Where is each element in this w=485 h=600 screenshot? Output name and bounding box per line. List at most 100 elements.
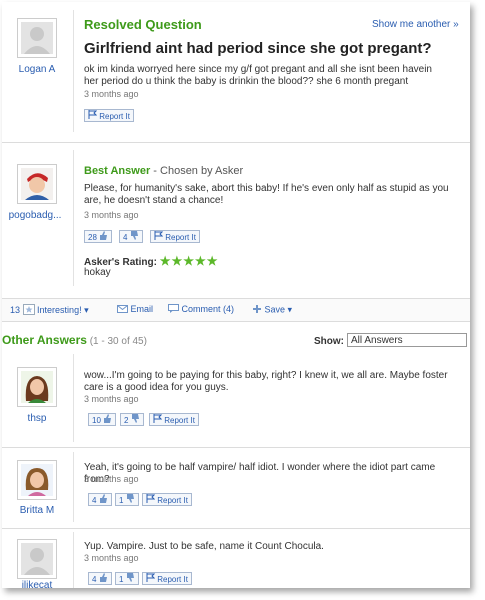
thumbs-up-count: 28 <box>88 233 97 242</box>
thumbs-down-count: 1 <box>119 575 124 584</box>
thumbs-down-count: 1 <box>119 496 124 505</box>
question-body: ok im kinda worryed here since my g/f go… <box>84 64 432 87</box>
best-answer-user[interactable]: pogobadg... <box>5 210 65 221</box>
answer-user[interactable]: ilikecat <box>7 580 67 588</box>
interesting-label: Interesting! <box>37 304 82 315</box>
answer-text: wow...I'm going to be paying for this ba… <box>84 370 448 393</box>
thumbs-up-button[interactable]: 28 <box>84 230 113 244</box>
show-filter-label: Show: <box>314 336 344 347</box>
asker-avatar[interactable] <box>17 18 57 58</box>
thumbs-up-icon <box>99 573 108 586</box>
report-best-answer-button[interactable]: Report It <box>150 230 200 243</box>
asker-rating: Asker's Rating: ★★★★★ <box>84 254 219 268</box>
divider <box>73 532 74 588</box>
asker-name[interactable]: Logan A <box>7 64 67 75</box>
comment-label: Comment (4) <box>181 304 235 314</box>
answer-avatar[interactable] <box>17 367 57 407</box>
thumbs-down-count: 2 <box>124 416 129 425</box>
other-answers-label: Other Answers <box>2 333 87 347</box>
thumbs-up-button[interactable]: 4 <box>88 572 112 585</box>
report-label: Report It <box>157 496 188 505</box>
report-answer-button[interactable]: Report It <box>142 493 192 506</box>
email-label: Email <box>130 304 154 314</box>
thumbs-down-button[interactable]: 2 <box>120 413 144 426</box>
thumbs-down-button[interactable]: 1 <box>115 493 139 506</box>
interesting-button[interactable]: 13 Interesting! ▾ <box>10 304 89 317</box>
flag-icon <box>154 231 164 244</box>
report-label: Report It <box>99 112 130 121</box>
default-avatar-icon <box>24 548 50 575</box>
thumbs-down-button[interactable]: 4 <box>119 230 143 243</box>
plus-icon <box>252 304 262 316</box>
rating-comment: hokay <box>84 267 111 278</box>
divider <box>73 10 74 132</box>
rating-stars-icon: ★★★★★ <box>159 254 219 268</box>
divider <box>73 150 74 286</box>
thumbs-down-icon <box>126 494 135 507</box>
report-question-button[interactable]: Report It <box>84 109 134 122</box>
divider <box>73 354 74 442</box>
answer-text: Yup. Vampire. Just to be safe, name it C… <box>84 541 324 552</box>
chosen-by-asker: - Chosen by Asker <box>150 165 244 177</box>
answer-user[interactable]: Britta M <box>7 505 67 516</box>
answer-time: 3 months ago <box>84 553 139 563</box>
best-answer-time: 3 months ago <box>84 210 139 220</box>
flag-icon <box>88 110 98 123</box>
interesting-count: 13 <box>10 304 21 315</box>
divider <box>73 452 74 522</box>
action-bar: 13 Interesting! ▾ Email Comment (4) Save… <box>2 298 470 322</box>
best-answer-avatar[interactable] <box>17 164 57 204</box>
cartoon-woman-avatar-icon <box>25 376 49 403</box>
flag-icon <box>146 573 156 586</box>
default-avatar-icon <box>24 27 50 54</box>
thumbs-up-button[interactable]: 4 <box>88 493 112 506</box>
flag-icon <box>146 494 156 507</box>
thumbs-down-count: 4 <box>123 233 128 242</box>
save-label: Save <box>264 304 286 315</box>
thumbs-down-button[interactable]: 1 <box>115 572 139 585</box>
comment-button[interactable]: Comment (4) <box>168 304 234 315</box>
thumbs-up-icon <box>103 414 112 427</box>
thumbs-down-icon <box>131 414 140 427</box>
report-label: Report It <box>164 416 195 425</box>
section-divider <box>2 142 470 143</box>
question-time: 3 months ago <box>84 89 139 99</box>
report-answer-button[interactable]: Report It <box>142 572 192 585</box>
thumbs-up-icon <box>99 231 108 244</box>
thumbs-down-icon <box>130 231 139 244</box>
email-button[interactable]: Email <box>117 304 153 315</box>
answer-time: 3 months ago <box>84 474 139 484</box>
thumbs-up-button[interactable]: 10 <box>88 413 117 427</box>
answer-avatar[interactable] <box>17 539 57 579</box>
answer-time: 3 months ago <box>84 394 139 404</box>
answer-divider <box>2 528 470 529</box>
save-button[interactable]: Save ▾ <box>252 304 292 316</box>
best-answer-label: Best Answer <box>84 165 151 177</box>
answer-divider <box>2 447 470 448</box>
best-answer-heading: Best Answer - Chosen by Asker <box>84 165 243 177</box>
answer-avatar[interactable] <box>17 460 57 500</box>
cartoon-girl-avatar-icon <box>25 468 49 496</box>
other-answers-range: (1 - 30 of 45) <box>86 336 147 347</box>
answer-text: Yeah, it's going to be half vampire/ hal… <box>84 462 436 485</box>
report-label: Report It <box>157 575 188 584</box>
question-title: Girlfriend aint had period since she got… <box>84 40 432 57</box>
thumbs-up-count: 10 <box>92 416 101 425</box>
thumbs-down-icon <box>126 573 135 586</box>
comment-bubble-icon <box>168 304 179 315</box>
show-another-link[interactable]: Show me another » <box>372 19 459 30</box>
flag-icon <box>153 414 163 427</box>
resolved-question-heading: Resolved Question <box>84 17 202 32</box>
other-answers-heading: Other Answers (1 - 30 of 45) <box>2 333 147 347</box>
best-answer-text: Please, for humanity's sake, abort this … <box>84 183 449 206</box>
answers-page: Logan A Resolved Question Show me anothe… <box>2 2 470 588</box>
envelope-icon <box>117 304 128 315</box>
star-icon <box>22 304 35 317</box>
cartoon-man-avatar-icon <box>25 173 49 200</box>
answer-user[interactable]: thsp <box>7 413 67 424</box>
report-label: Report It <box>165 233 196 242</box>
report-answer-button[interactable]: Report It <box>149 413 199 426</box>
thumbs-up-icon <box>99 494 108 507</box>
thumbs-up-count: 4 <box>92 575 97 584</box>
show-filter-select[interactable]: All Answers <box>347 333 467 347</box>
